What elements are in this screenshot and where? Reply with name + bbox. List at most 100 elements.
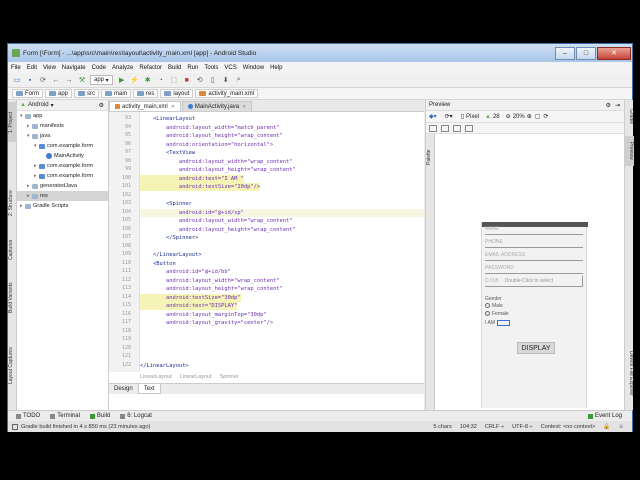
context-indicator[interactable]: Context: <no context> [541,424,596,430]
code-line[interactable]: android:text="DISPLAY" [140,302,238,310]
tree-item[interactable]: ▸ manifests [17,121,108,131]
tree-item[interactable]: ▾ java [17,131,108,141]
close-icon[interactable]: ✕ [242,104,246,110]
show-constraints-icon[interactable] [429,124,437,132]
forward-icon[interactable]: → [64,75,74,85]
lock-icon[interactable]: 🔒 [603,424,610,430]
layers-icon[interactable]: ◆▾ [429,113,437,120]
run-icon[interactable]: ▶ [117,75,127,85]
tool-tab-logcat[interactable]: 6: Logcat [120,413,152,419]
breadcrumb-item[interactable]: Form [12,89,43,98]
open-folder-icon[interactable]: ▭ [12,75,22,85]
phone-field[interactable]: PHONE [485,237,583,248]
menu-help[interactable]: Help [270,65,282,71]
spinner[interactable] [497,320,511,326]
tree-item[interactable]: ▸ generatedJava [17,181,108,191]
tool-tab-palette[interactable]: Palette [426,142,435,172]
orientation-icon[interactable]: ⟳▾ [445,113,453,120]
code-line[interactable]: android:layout_gravity="center"/> [140,319,273,327]
autoconnect-icon[interactable] [441,124,449,132]
code-line[interactable]: android:layout_width="wrap_content" [140,217,293,225]
code-line[interactable]: android:textSize="20dp"/> [140,183,261,191]
menu-file[interactable]: File [11,65,21,71]
code-line[interactable]: <LinearLayout [140,115,195,123]
code-line[interactable]: android:layout_height="wrap_content" [140,132,283,140]
tab-activity-main-xml[interactable]: activity_main.xml ✕ [109,101,181,111]
breadcrumb-item[interactable]: res [133,89,159,98]
attach-debugger-icon[interactable]: ⬚ [169,75,179,85]
apply-changes-icon[interactable]: ⚡ [130,75,140,85]
menu-navigate[interactable]: Navigate [62,65,86,71]
tree-item[interactable]: ▾ app [17,111,108,121]
menu-vcs[interactable]: VCS [224,65,236,71]
sync-icon[interactable]: ⟳ [38,75,48,85]
xml-crumb[interactable]: LinearLayout [180,374,212,380]
name-field[interactable]: NAME [485,224,583,235]
project-view-selector[interactable]: ▲ Android ▾ ⚙ [17,100,108,111]
code-line[interactable]: android:layout_height="wrap_content" [140,166,296,174]
menu-analyze[interactable]: Analyze [112,65,133,71]
search-icon[interactable]: ⌕ [234,75,244,85]
back-icon[interactable]: ← [51,75,61,85]
minimize-button[interactable]: – [555,46,575,60]
stop-icon[interactable]: ■ [182,75,192,85]
status-message[interactable]: Gradle build finished in 4 s 850 ms (23 … [21,424,150,430]
line-separator[interactable]: CRLF ÷ [485,424,504,430]
code-line[interactable]: android:layout_width="wrap_content" [140,158,293,166]
code-line[interactable]: </LinearLayout> [140,251,202,259]
tree-item[interactable]: MainActivity [17,151,108,161]
code-line[interactable]: </Spinner> [140,234,198,242]
menu-view[interactable]: View [43,65,56,71]
tool-tab-device-file-explorer[interactable]: Device File Explorer [625,340,634,406]
gradle-sync-icon[interactable]: ⟲ [195,75,205,85]
api-select[interactable]: 28 [493,114,500,120]
tree-item[interactable]: ▸ com.example.form [17,161,108,171]
save-icon[interactable]: ▪ [25,75,35,85]
code-line[interactable]: android:id="@+id/sp" [140,208,424,217]
make-project-icon[interactable]: ⚒ [77,75,87,85]
inspector-icon[interactable]: ☺ [618,424,624,430]
menu-run[interactable]: Run [187,65,198,71]
tool-tab-gradle[interactable]: Gradle [625,104,634,130]
tab-text[interactable]: Text [137,384,161,394]
code-line[interactable]: android:textSize="30dp" [140,293,241,302]
code-line[interactable]: android:orientation="horizontal"> [140,141,273,149]
design-surface-icon[interactable] [465,124,473,132]
menu-build[interactable]: Build [168,65,181,71]
code-line[interactable]: </LinearLayout> [140,362,189,370]
tool-tab-event-log[interactable]: Event Log [587,413,622,419]
run-config-select[interactable]: app ▾ [90,75,113,85]
dob-input[interactable]: Double-Click to select [505,278,553,284]
code-area[interactable]: <LinearLayout android:layout_width="matc… [140,112,424,372]
menu-code[interactable]: Code [92,65,106,71]
tree-item[interactable]: ▾ com.example.form [17,141,108,151]
code-line[interactable]: android:layout_height="wrap_content" [140,285,283,293]
tool-tab-build[interactable]: Build [89,413,110,419]
hide-icon[interactable]: ⇥ [615,102,620,109]
breadcrumb-item[interactable]: activity_main.xml [195,89,259,98]
breadcrumb-item[interactable]: layout [160,89,194,98]
close-button[interactable]: ✕ [597,46,631,60]
avd-manager-icon[interactable]: ▯ [208,75,218,85]
title-bar[interactable]: Form [\Form] - ...\app\src\main\res\layo… [8,44,632,62]
email-field[interactable]: EMAIL ADDRESS [485,250,583,261]
settings-icon[interactable]: ⚙ [99,102,104,109]
tree-item[interactable]: ▸ res [17,191,108,201]
tool-tab-captures[interactable]: Captures [8,232,17,268]
caret-position[interactable]: 104:32 [460,424,477,430]
settings-icon[interactable]: ⚙ [606,102,611,109]
menu-window[interactable]: Window [243,65,264,71]
code-line[interactable]: android:layout_width="wrap_content" [140,277,280,285]
display-button[interactable]: DISPLAY [517,342,555,354]
code-line[interactable]: android:text="I AM " [140,174,244,183]
code-line[interactable]: android:layout_marginTop="30dp" [140,311,267,319]
tool-tab-terminal[interactable]: Terminal [50,413,80,419]
code-line[interactable]: android:layout_width="match_parent" [140,124,280,132]
menu-tools[interactable]: Tools [204,65,218,71]
sdk-manager-icon[interactable]: ⬇ [221,75,231,85]
profile-icon[interactable]: ◔ [156,75,166,85]
tab-design[interactable]: Design [109,384,138,394]
zoom-in-icon[interactable]: ⊕ [527,113,532,120]
debug-icon[interactable]: ✱ [143,75,153,85]
code-line[interactable]: <Button [140,260,176,268]
